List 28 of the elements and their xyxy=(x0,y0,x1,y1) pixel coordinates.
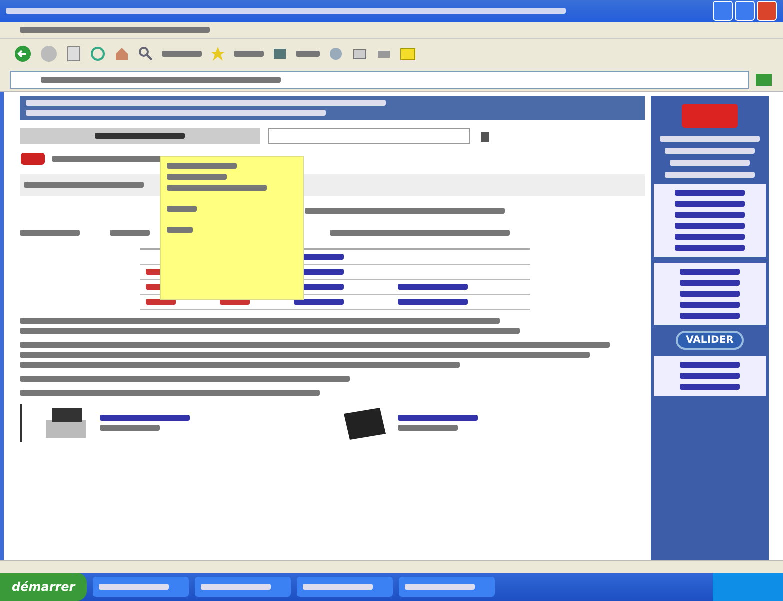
go-icon[interactable] xyxy=(755,73,773,87)
illegible-text xyxy=(110,230,150,236)
badge-logo-icon xyxy=(20,152,46,166)
illegible-text xyxy=(398,425,458,431)
home-icon[interactable] xyxy=(114,46,130,62)
submit-button[interactable]: VALIDER xyxy=(676,331,744,350)
search-icon[interactable] xyxy=(138,46,154,62)
taskbar-item[interactable] xyxy=(195,577,292,597)
start-button[interactable]: démarrer xyxy=(0,573,88,601)
system-tray xyxy=(713,573,783,601)
taskbar-item[interactable] xyxy=(297,577,394,597)
address-field[interactable] xyxy=(10,71,749,89)
illegible-label xyxy=(162,51,202,57)
illegible-label xyxy=(234,51,264,57)
close-button[interactable] xyxy=(757,1,777,21)
taskbar-item[interactable] xyxy=(93,577,190,597)
minimize-button[interactable] xyxy=(713,1,733,21)
star-icon[interactable] xyxy=(210,46,226,62)
taskbar-item[interactable] xyxy=(399,577,496,597)
trash-icon[interactable] xyxy=(478,129,492,143)
illegible-text xyxy=(100,425,160,431)
maximize-button[interactable] xyxy=(735,1,755,21)
illegible-label xyxy=(296,51,320,57)
page-icon[interactable] xyxy=(66,46,82,62)
site-logo-icon xyxy=(680,102,740,130)
illegible-text xyxy=(20,230,80,236)
folder-icon[interactable] xyxy=(400,46,416,62)
search-field[interactable] xyxy=(268,128,470,144)
